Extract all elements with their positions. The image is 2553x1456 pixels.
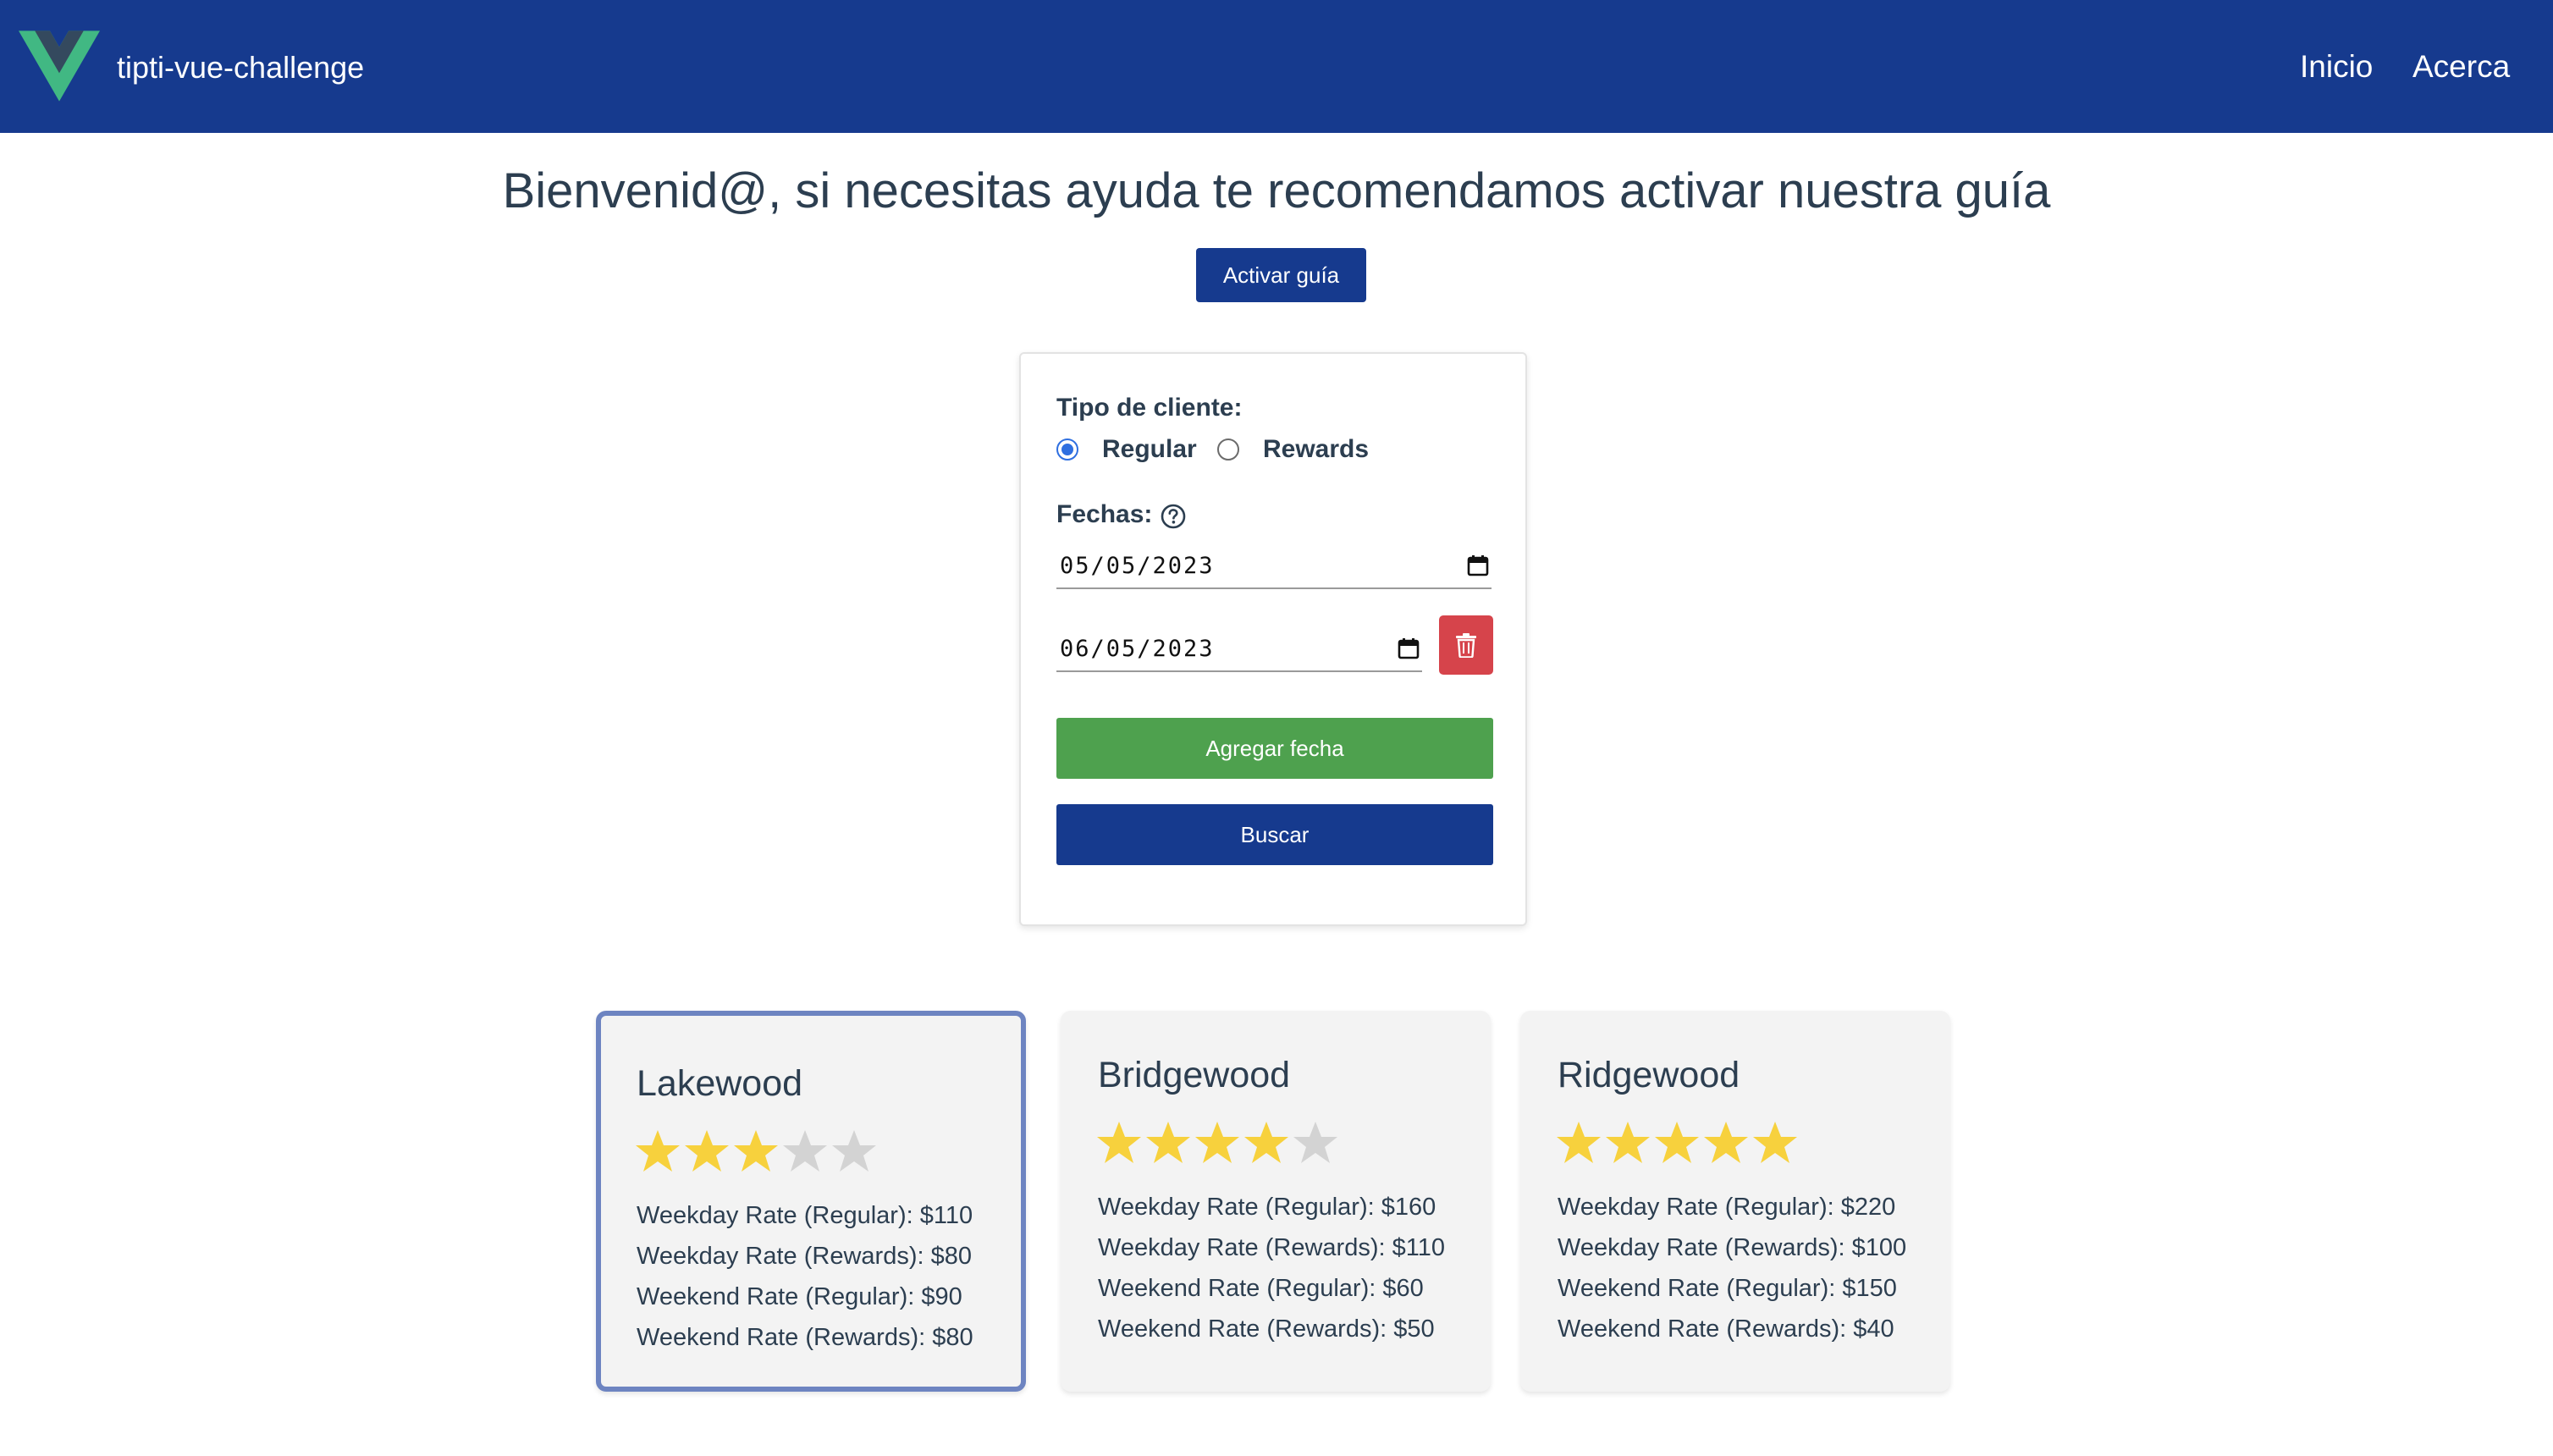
rate-line: Weekend Rate (Regular): $150: [1558, 1275, 1897, 1302]
star-filled-icon: [1195, 1122, 1239, 1163]
star-filled-icon: [734, 1130, 778, 1172]
add-date-button[interactable]: Agregar fecha: [1056, 718, 1493, 779]
star-filled-icon: [1753, 1122, 1797, 1163]
rate-line: Weekend Rate (Rewards): $50: [1098, 1315, 1435, 1343]
date-input-1-value: 05/05/2023: [1060, 553, 1215, 579]
hotel-rates: Weekday Rate (Regular): $160 Weekday Rat…: [1098, 1187, 1445, 1349]
date-input-2[interactable]: 06/05/2023: [1056, 628, 1422, 672]
trash-icon: [1456, 633, 1476, 658]
star-filled-icon: [636, 1130, 680, 1172]
hotel-name: Ridgewood: [1558, 1055, 1740, 1095]
star-filled-icon: [1557, 1122, 1601, 1163]
rate-line: Weekday Rate (Rewards): $110: [1098, 1234, 1445, 1261]
help-icon[interactable]: [1160, 503, 1187, 530]
radio-rewards-label[interactable]: Rewards: [1263, 434, 1369, 465]
rate-line: Weekday Rate (Rewards): $100: [1558, 1234, 1907, 1261]
hotel-card-lakewood[interactable]: Lakewood Weekday Rate (Regular): $110 We…: [596, 1011, 1026, 1392]
date-input-2-value: 06/05/2023: [1060, 636, 1215, 662]
vue-logo-icon[interactable]: [19, 30, 100, 102]
welcome-message: Bienvenid@, si necesitas ayuda te recome…: [502, 163, 2051, 218]
hotel-name: Lakewood: [637, 1063, 803, 1104]
radio-regular[interactable]: [1056, 438, 1078, 461]
rate-line: Weekday Rate (Regular): $220: [1558, 1194, 1896, 1221]
star-rating: [1095, 1119, 1340, 1166]
star-filled-icon: [1097, 1122, 1141, 1163]
rate-line: Weekend Rate (Rewards): $40: [1558, 1315, 1894, 1343]
rate-line: Weekend Rate (Regular): $60: [1098, 1275, 1424, 1302]
star-empty-icon: [832, 1130, 876, 1172]
calendar-icon[interactable]: [1466, 554, 1490, 577]
date-input-1[interactable]: 05/05/2023: [1056, 545, 1492, 589]
search-button[interactable]: Buscar: [1056, 804, 1493, 865]
client-type-label: Tipo de cliente:: [1056, 394, 1243, 422]
star-filled-icon: [1244, 1122, 1288, 1163]
star-filled-icon: [1655, 1122, 1699, 1163]
star-rating: [1554, 1119, 1800, 1166]
delete-date-button[interactable]: [1439, 615, 1493, 675]
hotel-name: Bridgewood: [1098, 1055, 1291, 1095]
dates-label: Fechas:: [1056, 500, 1153, 528]
hotel-rates: Weekday Rate (Regular): $220 Weekday Rat…: [1558, 1187, 1906, 1349]
top-navbar: tipti-vue-challenge Inicio Acerca: [0, 0, 2553, 133]
radio-rewards[interactable]: [1217, 438, 1239, 461]
hotel-card-ridgewood[interactable]: Ridgewood Weekday Rate (Regular): $220 W…: [1520, 1011, 1950, 1392]
hotel-rates: Weekday Rate (Regular): $110 Weekday Rat…: [637, 1195, 973, 1358]
activate-guide-button[interactable]: Activar guía: [1196, 248, 1366, 302]
rate-line: Weekend Rate (Regular): $90: [637, 1283, 962, 1310]
radio-regular-label[interactable]: Regular: [1102, 434, 1197, 465]
rate-line: Weekday Rate (Rewards): $80: [637, 1243, 972, 1270]
star-filled-icon: [685, 1130, 729, 1172]
star-filled-icon: [1606, 1122, 1650, 1163]
hotel-card-bridgewood[interactable]: Bridgewood Weekday Rate (Regular): $160 …: [1061, 1011, 1491, 1392]
rate-line: Weekday Rate (Regular): $110: [637, 1202, 973, 1229]
brand-title[interactable]: tipti-vue-challenge: [117, 49, 364, 86]
star-empty-icon: [1293, 1122, 1337, 1163]
rate-line: Weekend Rate (Rewards): $80: [637, 1324, 973, 1351]
star-filled-icon: [1146, 1122, 1190, 1163]
nav-link-acerca[interactable]: Acerca: [2412, 47, 2510, 86]
star-rating: [633, 1128, 879, 1175]
star-filled-icon: [1704, 1122, 1748, 1163]
star-empty-icon: [783, 1130, 827, 1172]
calendar-icon[interactable]: [1397, 637, 1420, 660]
nav-link-inicio[interactable]: Inicio: [2300, 47, 2373, 86]
rate-line: Weekday Rate (Regular): $160: [1098, 1194, 1436, 1221]
search-form-card: Tipo de cliente: Regular Rewards Fechas:…: [1019, 352, 1527, 926]
